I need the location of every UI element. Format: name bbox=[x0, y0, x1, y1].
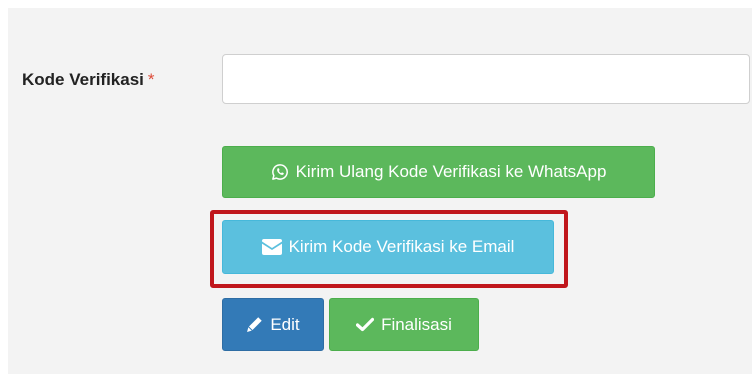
pencil-icon bbox=[246, 316, 263, 333]
finalize-label: Finalisasi bbox=[381, 314, 452, 334]
send-email-label: Kirim Kode Verifikasi ke Email bbox=[288, 237, 515, 256]
verification-code-input[interactable] bbox=[222, 54, 750, 104]
resend-whatsapp-label: Kirim Ulang Kode Verifikasi ke WhatsApp bbox=[295, 162, 607, 181]
finalize-button[interactable]: Finalisasi bbox=[329, 298, 479, 351]
edit-label: Edit bbox=[270, 314, 300, 334]
required-asterisk: * bbox=[147, 70, 155, 89]
whatsapp-icon bbox=[271, 163, 289, 181]
verification-code-label-text: Kode Verifikasi bbox=[22, 70, 144, 89]
edit-button[interactable]: Edit bbox=[222, 298, 324, 351]
envelope-icon bbox=[261, 239, 282, 255]
resend-whatsapp-button[interactable]: Kirim Ulang Kode Verifikasi ke WhatsApp bbox=[222, 146, 655, 198]
checkmark-icon bbox=[356, 317, 375, 332]
send-email-button[interactable]: Kirim Kode Verifikasi ke Email bbox=[222, 220, 554, 274]
verification-code-label: Kode Verifikasi * bbox=[22, 70, 155, 90]
